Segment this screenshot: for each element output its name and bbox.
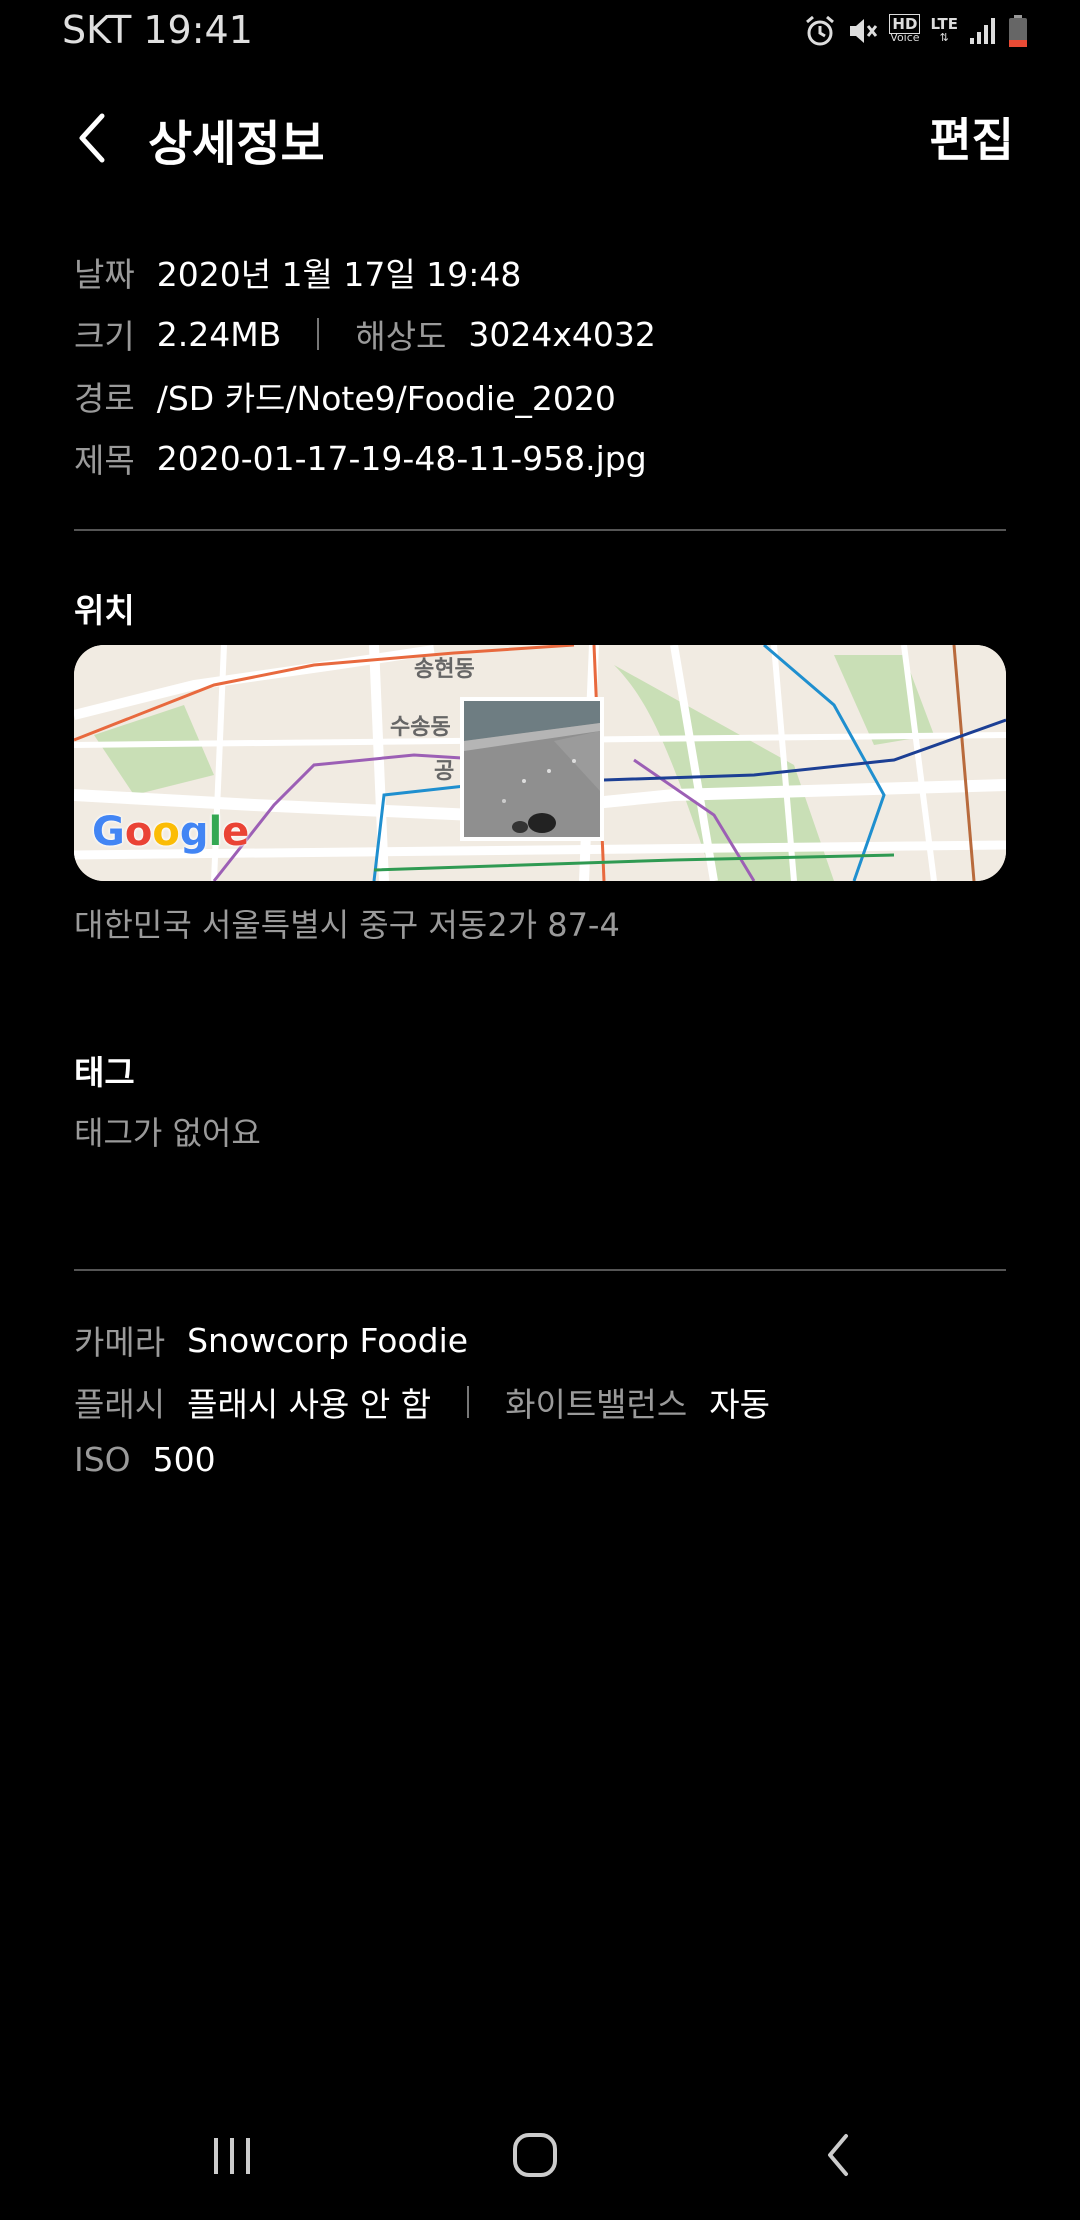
recent-apps-icon[interactable] — [208, 2130, 256, 2180]
white-balance-value: 자동 — [709, 1385, 770, 1424]
app-bar: 상세정보 편집 — [0, 92, 1080, 182]
battery-icon — [1009, 15, 1027, 47]
photo-thumbnail — [460, 697, 604, 841]
address-text: 대한민국 서울특별시 중구 저동2가 87-4 — [74, 906, 620, 944]
location-heading: 위치 — [74, 591, 135, 630]
camera-label: 카메라 — [74, 1323, 166, 1362]
mute-icon — [850, 19, 878, 43]
map-label-area3: 공 — [434, 759, 455, 784]
divider — [74, 1269, 1006, 1271]
logo-letter: g — [179, 809, 209, 855]
size-label: 크기 — [74, 317, 135, 356]
name-value: 2020-01-17-19-48-11-958.jpg — [156, 438, 647, 478]
logo-letter: e — [222, 809, 250, 855]
size-value: 2.24MB — [156, 314, 282, 354]
size-row: 크기 2.24MB 해상도 3024x4032 — [74, 310, 656, 358]
flash-label: 플래시 — [74, 1385, 166, 1424]
navigation-bar — [0, 2110, 1080, 2200]
edit-button[interactable]: 편집 — [929, 104, 1014, 170]
home-icon[interactable] — [510, 2130, 560, 2180]
path-value: /SD 카드/Note9/Foodie_2020 — [156, 379, 616, 418]
map-label-area1: 송현동 — [414, 657, 475, 682]
lte-icon: LTE ⇅ — [930, 15, 958, 45]
iso-label: ISO — [74, 1440, 131, 1479]
logo-letter: o — [124, 809, 153, 855]
iso-value: 500 — [152, 1440, 216, 1479]
location-map[interactable]: 송현동 수송동 공 Google — [74, 645, 1006, 881]
path-row: 경로 /SD 카드/Note9/Foodie_2020 — [74, 372, 616, 420]
carrier-time: SKT 19:41 — [62, 8, 253, 52]
no-tags-text: 태그가 없어요 — [74, 1114, 261, 1152]
map-label-area2: 수송동 — [390, 715, 451, 740]
tags-heading: 태그 — [74, 1053, 135, 1092]
logo-letter: l — [208, 809, 223, 855]
back-icon[interactable] — [70, 108, 114, 168]
status-bar: SKT 19:41 HD Voice LTE ⇅ — [0, 0, 1080, 64]
date-row: 날짜 2020년 1월 17일 19:48 — [74, 248, 521, 296]
path-label: 경로 — [74, 379, 135, 418]
photo-thumbnail-image — [464, 701, 600, 837]
date-label: 날짜 — [74, 255, 135, 294]
name-row: 제목 2020-01-17-19-48-11-958.jpg — [74, 434, 647, 482]
signal-icon — [970, 18, 995, 44]
separator — [467, 1386, 470, 1418]
voice-text: Voice — [890, 31, 920, 44]
nav-back-icon[interactable] — [818, 2130, 858, 2180]
google-logo: Google — [92, 809, 249, 855]
alarm-icon — [806, 15, 835, 46]
camera-row: 카메라 Snowcorp Foodie — [74, 1316, 468, 1364]
logo-letter: o — [152, 809, 180, 855]
status-icons: HD Voice LTE ⇅ — [803, 14, 1028, 48]
separator — [317, 318, 320, 350]
date-value: 2020년 1월 17일 19:48 — [156, 255, 522, 294]
name-label: 제목 — [74, 441, 135, 480]
flash-row: 플래시 플래시 사용 안 함 화이트밸런스 자동 — [74, 1378, 770, 1426]
page-title: 상세정보 — [148, 116, 325, 172]
resolution-value: 3024x4032 — [468, 314, 656, 354]
logo-letter: G — [92, 809, 125, 855]
camera-value: Snowcorp Foodie — [187, 1320, 469, 1360]
resolution-label: 해상도 — [355, 317, 447, 356]
divider — [74, 529, 1006, 531]
white-balance-label: 화이트밸런스 — [505, 1385, 688, 1424]
flash-value: 플래시 사용 안 함 — [187, 1385, 432, 1424]
iso-row: ISO 500 — [74, 1440, 216, 1479]
hd-voice-icon: HD Voice — [889, 14, 921, 45]
